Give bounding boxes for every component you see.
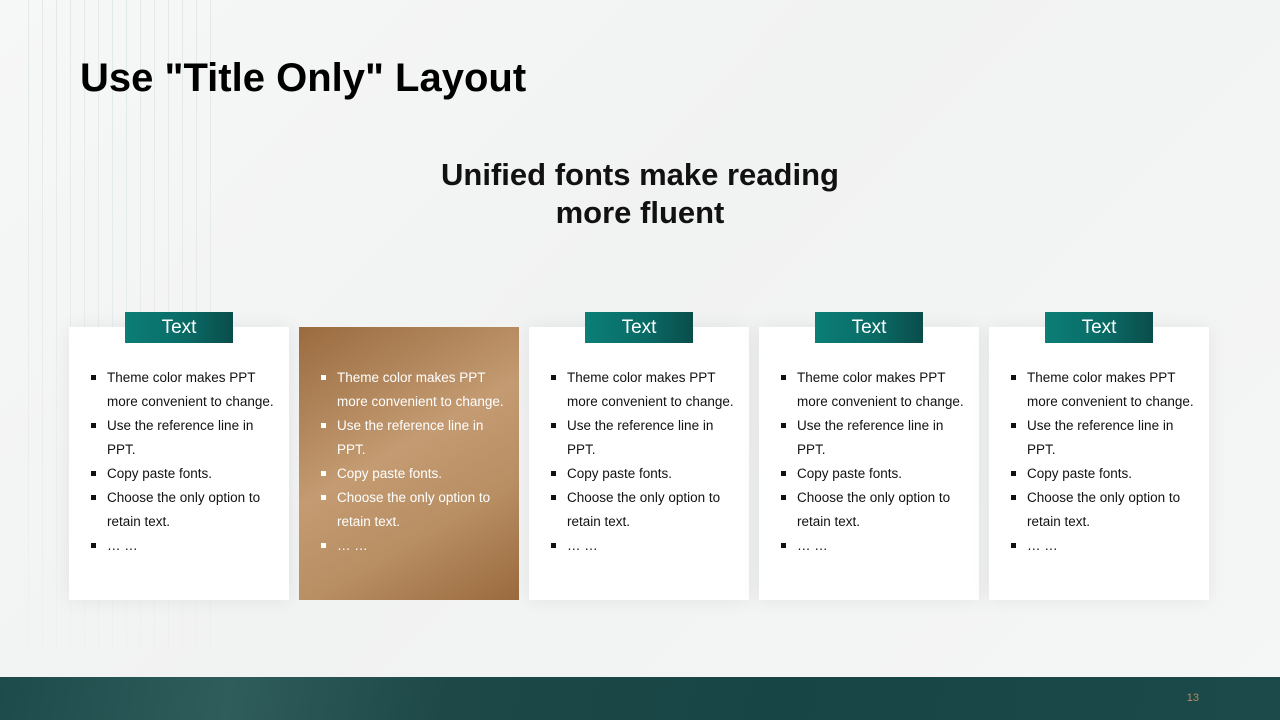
bullet-item: Use the reference line in PPT.	[1011, 414, 1203, 462]
bullet-list: Theme color makes PPT more convenient to…	[781, 366, 973, 558]
bullet-item: Copy paste fonts.	[91, 462, 283, 486]
bullet-item: Use the reference line in PPT.	[551, 414, 743, 462]
bullet-item: Copy paste fonts.	[781, 462, 973, 486]
bullet-item: Use the reference line in PPT.	[91, 414, 283, 462]
bullet-item: Use the reference line in PPT.	[321, 414, 513, 462]
bullet-item: Theme color makes PPT more convenient to…	[321, 366, 513, 414]
bullet-list: Theme color makes PPT more convenient to…	[1011, 366, 1203, 558]
text-card-2-highlighted: Theme color makes PPT more convenient to…	[299, 327, 519, 600]
card-tag: Text	[815, 312, 923, 343]
bullet-item: … …	[1011, 534, 1203, 558]
bullet-item: Use the reference line in PPT.	[781, 414, 973, 462]
bullet-list: Theme color makes PPT more convenient to…	[551, 366, 743, 558]
card-tag: Text	[1045, 312, 1153, 343]
text-card-3: Text Theme color makes PPT more convenie…	[529, 312, 749, 600]
bullet-item: … …	[781, 534, 973, 558]
bullet-item: Theme color makes PPT more convenient to…	[1011, 366, 1203, 414]
bullet-item: … …	[91, 534, 283, 558]
subtitle-line-1: Unified fonts make reading	[441, 157, 839, 192]
bullet-item: Copy paste fonts.	[1011, 462, 1203, 486]
bullet-item: Copy paste fonts.	[551, 462, 743, 486]
text-card-1: Text Theme color makes PPT more convenie…	[69, 312, 289, 600]
bullet-item: Choose the only option to retain text.	[321, 486, 513, 534]
card-tag: Text	[125, 312, 233, 343]
bullet-list: Theme color makes PPT more convenient to…	[91, 366, 283, 558]
bullet-item: … …	[321, 534, 513, 558]
slide-title: Use "Title Only" Layout	[80, 56, 527, 100]
text-card-5: Text Theme color makes PPT more convenie…	[989, 312, 1209, 600]
slide-subtitle: Unified fonts make reading more fluent	[390, 156, 890, 232]
footer-band	[0, 677, 1280, 720]
bullet-item: Copy paste fonts.	[321, 462, 513, 486]
text-card-4: Text Theme color makes PPT more convenie…	[759, 312, 979, 600]
bullet-item: Theme color makes PPT more convenient to…	[781, 366, 973, 414]
card-tag: Text	[585, 312, 693, 343]
bullet-item: Theme color makes PPT more convenient to…	[91, 366, 283, 414]
bullet-item: Theme color makes PPT more convenient to…	[551, 366, 743, 414]
bullet-item: Choose the only option to retain text.	[781, 486, 973, 534]
subtitle-line-2: more fluent	[555, 195, 725, 230]
bullet-item: Choose the only option to retain text.	[91, 486, 283, 534]
bullet-item: Choose the only option to retain text.	[1011, 486, 1203, 534]
bullet-item: … …	[551, 534, 743, 558]
bullet-item: Choose the only option to retain text.	[551, 486, 743, 534]
page-number: 13	[1186, 692, 1199, 704]
bullet-list: Theme color makes PPT more convenient to…	[321, 366, 513, 558]
